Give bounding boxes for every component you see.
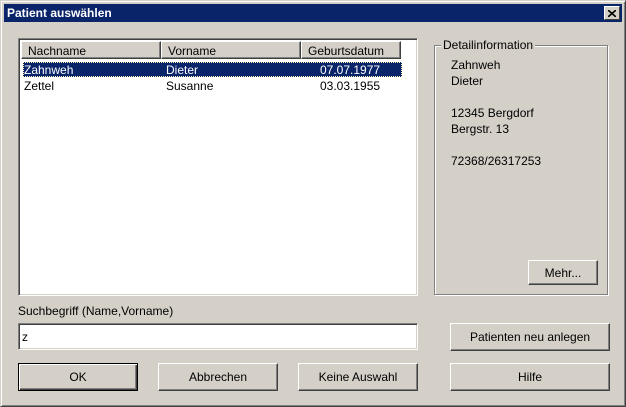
no-selection-button-label: Keine Auswahl [318,370,398,384]
patient-list[interactable]: Nachname Vorname Geburtsdatum Zahnweh Di… [18,38,418,296]
column-header-geburtsdatum[interactable]: Geburtsdatum [301,41,401,59]
window-title: Patient auswählen [7,6,112,20]
list-header: Nachname Vorname Geburtsdatum [21,41,417,59]
search-label: Suchbegriff (Name,Vorname) [18,304,174,318]
cell-geburtsdatum: 07.07.1977 [320,63,381,77]
mehr-button[interactable]: Mehr... [528,260,598,285]
title-bar[interactable]: Patient auswählen [4,4,622,22]
mehr-button-label: Mehr... [544,265,582,280]
table-row[interactable]: Zahnweh Dieter 07.07.1977 [23,62,402,77]
cell-vorname: Dieter [166,63,199,77]
close-button[interactable] [604,6,620,20]
ok-button-label: OK [69,370,87,384]
new-patient-button[interactable]: Patienten neu anlegen [450,323,610,351]
column-header-vorname[interactable]: Vorname [161,41,301,59]
help-button[interactable]: Hilfe [450,363,610,391]
detail-vorname: Dieter [451,74,484,88]
column-header-nachname[interactable]: Nachname [21,41,161,59]
search-input[interactable] [18,323,418,350]
no-selection-button[interactable]: Keine Auswahl [298,363,418,391]
ok-button[interactable]: OK [18,363,138,391]
new-patient-button-label: Patienten neu anlegen [469,330,591,344]
cell-geburtsdatum: 03.03.1955 [320,79,381,93]
close-icon [608,9,616,17]
cell-vorname: Susanne [166,79,214,93]
detail-strasse: Bergstr. 13 [451,122,510,136]
cell-nachname: Zahnweh [24,63,74,77]
cancel-button-label: Abbrechen [188,370,248,384]
detail-telefon: 72368/26317253 [451,154,542,168]
cell-nachname: Zettel [24,79,55,93]
table-row[interactable]: Zettel Susanne 03.03.1955 [23,78,402,93]
patient-select-dialog: Patient auswählen Nachname Vorname Gebur… [0,0,626,407]
cancel-button[interactable]: Abbrechen [158,363,278,391]
detail-nachname: Zahnweh [451,58,501,72]
detail-ort: 12345 Bergdorf [451,106,534,120]
detail-legend: Detailinformation [441,38,536,52]
help-button-label: Hilfe [517,370,542,384]
